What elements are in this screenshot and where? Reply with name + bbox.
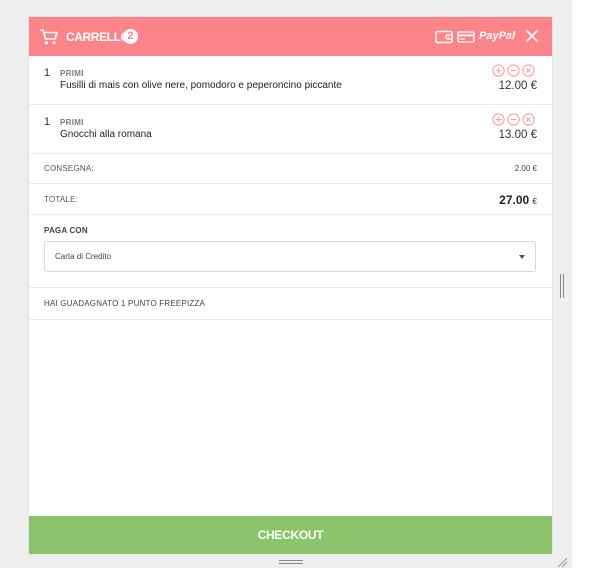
delivery-row: CONSEGNA: 2.00 € (29, 154, 552, 184)
item-controls (492, 113, 538, 127)
paypal-icon[interactable]: PayPal (479, 30, 515, 42)
item-quantity: 1 (44, 116, 51, 128)
add-icon[interactable] (492, 113, 505, 126)
remove-icon[interactable] (507, 113, 520, 126)
chevron-down-icon (519, 255, 525, 259)
item-price: 13.00 € (498, 129, 537, 141)
total-label: TOTALE: (44, 195, 79, 204)
payment-label: PAGA CON (44, 226, 88, 235)
cart-panel: CARRELLO 2 PayPal 1 PRIMI Fusilli di mai… (29, 17, 552, 554)
payment-selected-value: Carta di Credito (55, 252, 112, 261)
total-currency: € (532, 197, 537, 206)
cart-header: CARRELLO 2 PayPal (29, 17, 552, 56)
delete-icon[interactable] (522, 64, 535, 77)
horizontal-resize-handle[interactable] (279, 560, 303, 566)
cart-icon (40, 29, 58, 45)
add-icon[interactable] (492, 64, 505, 77)
delivery-label: CONSEGNA: (44, 164, 94, 173)
points-row: HAI GUADAGNATO 1 PUNTO FREEPIZZA (29, 287, 552, 320)
total-row: TOTALE: 27.00 € (29, 184, 552, 215)
item-category: PRIMI (60, 118, 84, 127)
wallet-icon[interactable] (435, 30, 453, 44)
remove-icon[interactable] (507, 64, 520, 77)
close-icon[interactable] (525, 29, 539, 43)
vertical-resize-handle[interactable] (560, 274, 566, 298)
delete-icon[interactable] (522, 113, 535, 126)
total-amount: 27.00 (499, 193, 530, 207)
points-message: HAI GUADAGNATO 1 PUNTO FREEPIZZA (44, 299, 206, 308)
item-name: Fusilli di mais con olive nere, pomodoro… (60, 80, 342, 91)
checkout-button[interactable]: CHECKOUT (29, 516, 552, 554)
credit-card-icon[interactable] (457, 31, 475, 43)
total-value: 27.00 € (499, 193, 537, 207)
cart-item: 1 PRIMI Fusilli di mais con olive nere, … (29, 56, 552, 105)
item-category: PRIMI (60, 69, 84, 78)
cart-title: CARRELLO (66, 30, 130, 44)
cart-count-badge: 2 (123, 29, 138, 44)
item-price: 12.00 € (498, 80, 537, 92)
item-quantity: 1 (44, 67, 51, 79)
cart-item: 1 PRIMI Gnocchi alla romana 13.00 € (29, 105, 552, 154)
item-name: Gnocchi alla romana (60, 129, 152, 140)
delivery-value: 2.00 € (514, 164, 537, 173)
item-controls (492, 64, 538, 78)
resize-grip-icon[interactable] (556, 556, 568, 568)
payment-method-select[interactable]: Carta di Credito (44, 241, 536, 272)
